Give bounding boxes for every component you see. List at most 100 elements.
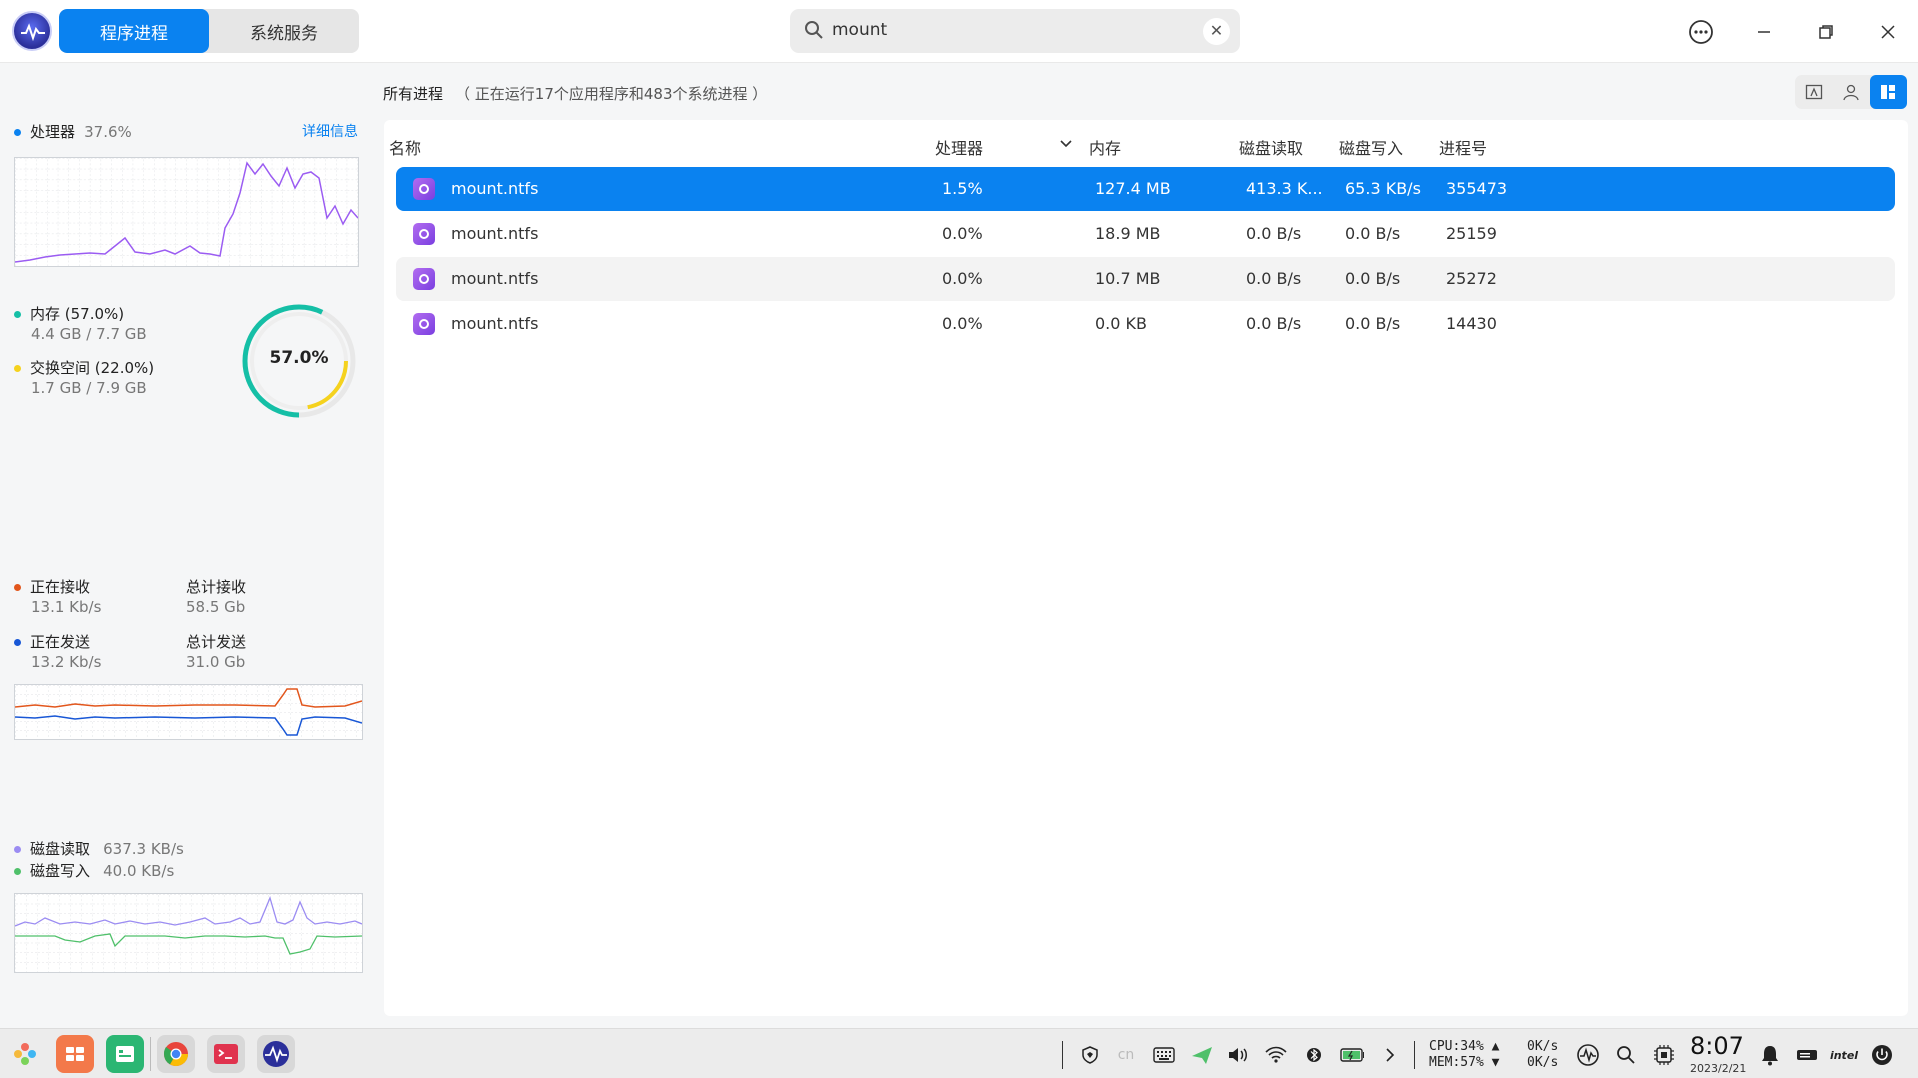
process-pid: 355473	[1446, 179, 1508, 198]
keyboard-tray-button[interactable]	[1152, 1043, 1176, 1067]
process-disk-write: 0.0 B/s	[1345, 314, 1401, 333]
intel-tray-icon[interactable]: intel	[1830, 1043, 1858, 1067]
system-monitor-button[interactable]	[257, 1035, 295, 1073]
volume-tray-button[interactable]	[1226, 1043, 1250, 1067]
process-disk-write: 0.0 B/s	[1345, 269, 1401, 288]
chevron-right-icon	[1386, 1048, 1395, 1062]
taskbar-clock[interactable]: 8:07	[1690, 1032, 1744, 1060]
cpu-summary: 处理器 37.6%	[14, 121, 132, 142]
security-tray-button[interactable]	[1078, 1043, 1102, 1067]
column-cpu[interactable]: 处理器	[935, 135, 983, 159]
disk-read-dot	[14, 846, 21, 853]
multitask-view-button[interactable]	[56, 1035, 94, 1073]
process-name: mount.ntfs	[451, 224, 539, 243]
process-disk-read: 0.0 B/s	[1246, 314, 1302, 333]
wifi-tray-button[interactable]	[1264, 1043, 1288, 1067]
net-speed-indicator[interactable]: 0K/s 0K/s	[1527, 1039, 1558, 1071]
tray-divider	[1414, 1041, 1415, 1069]
memory-summary: 内存 (57.0%) 4.4 GB / 7.7 GB 交换空间 (22.0%) …	[14, 304, 154, 412]
taskbar-net-up: 0K/s	[1527, 1039, 1559, 1054]
input-method-indicator[interactable]: cn	[1114, 1043, 1138, 1067]
cpu-history-chart	[14, 157, 359, 267]
storage-tray-button[interactable]	[1795, 1043, 1819, 1067]
net-total-sent-value: 31.0 Gb	[186, 653, 246, 671]
column-name[interactable]: 名称	[389, 135, 421, 159]
app-process-filter-button[interactable]	[1795, 75, 1832, 109]
memory-row: 内存 (57.0%) 4.4 GB / 7.7 GB	[14, 304, 154, 344]
net-send-dot	[14, 639, 21, 646]
column-pid[interactable]: 进程号	[1439, 135, 1487, 159]
process-cpu: 0.0%	[942, 224, 983, 243]
net-receive-dot	[14, 584, 21, 591]
notification-button[interactable]	[1758, 1043, 1782, 1067]
all-process-filter-button[interactable]	[1869, 75, 1907, 109]
power-icon	[1872, 1045, 1892, 1065]
power-button[interactable]	[1870, 1043, 1894, 1067]
process-icon	[413, 268, 435, 290]
process-disk-read: 413.3 K...	[1246, 179, 1323, 198]
app-window-icon	[1805, 84, 1822, 100]
cpu-mem-indicator[interactable]: CPU:34% ▲ MEM:57% ▼	[1429, 1039, 1499, 1071]
system-monitor-tray-button[interactable]	[1576, 1043, 1600, 1067]
column-disk-write[interactable]: 磁盘写入	[1339, 135, 1403, 159]
process-memory: 18.9 MB	[1095, 224, 1161, 243]
file-manager-button[interactable]	[106, 1035, 144, 1073]
table-row[interactable]: mount.ntfs 1.5% 127.4 MB 413.3 K... 65.3…	[396, 167, 1895, 211]
cpu-detail-link[interactable]: 详细信息	[302, 121, 358, 141]
terminal-button[interactable]	[207, 1035, 245, 1073]
process-pid: 14430	[1446, 314, 1497, 333]
tab-services[interactable]: 系统服务	[209, 9, 359, 53]
process-count-summary: （ 正在运行17个应用程序和483个系统进程 ）	[455, 85, 768, 103]
tab-processes[interactable]: 程序进程	[59, 9, 209, 53]
expand-tray-button[interactable]	[1378, 1043, 1402, 1067]
close-button[interactable]	[1870, 14, 1906, 50]
swap-label: 交换空间 (22.0%)	[30, 359, 155, 377]
disk-write-row: 磁盘写入 40.0 KB/s	[14, 860, 184, 882]
minimize-button[interactable]	[1746, 14, 1782, 50]
swap-row: 交换空间 (22.0%) 1.7 GB / 7.9 GB	[14, 358, 154, 398]
taskbar-date[interactable]: 2023/2/21	[1690, 1062, 1746, 1075]
bluetooth-icon	[1307, 1048, 1321, 1062]
search-box[interactable]: mount ✕	[790, 9, 1240, 53]
column-memory[interactable]: 内存	[1089, 135, 1121, 159]
battery-tray-button[interactable]	[1340, 1043, 1364, 1067]
title-bar: 程序进程 系统服务 mount ✕	[0, 0, 1918, 63]
table-row[interactable]: mount.ntfs 0.0% 0.0 KB 0.0 B/s 0.0 B/s 1…	[396, 302, 1895, 346]
launcher-button[interactable]	[6, 1035, 44, 1073]
process-icon	[413, 223, 435, 245]
shield-icon	[1082, 1046, 1098, 1064]
main-menu-button[interactable]	[1683, 14, 1719, 50]
process-icon	[413, 313, 435, 335]
terminal-icon	[214, 1044, 238, 1064]
bell-icon	[1762, 1046, 1778, 1066]
search-icon	[1617, 1046, 1635, 1064]
process-name: mount.ntfs	[451, 269, 539, 288]
my-process-filter-button[interactable]	[1832, 75, 1869, 109]
chip-tray-button[interactable]	[1652, 1043, 1676, 1067]
process-disk-write: 0.0 B/s	[1345, 224, 1401, 243]
disk-read-value: 637.3 KB/s	[103, 840, 184, 858]
chrome-button[interactable]	[157, 1035, 195, 1073]
memory-label: 内存 (57.0%)	[30, 305, 125, 323]
net-sending-value: 13.2 Kb/s	[31, 653, 102, 671]
clear-search-button[interactable]: ✕	[1203, 18, 1230, 45]
table-row[interactable]: mount.ntfs 0.0% 10.7 MB 0.0 B/s 0.0 B/s …	[396, 257, 1895, 301]
cpu-value: 37.6%	[84, 123, 132, 141]
disk-write-label: 磁盘写入	[30, 862, 91, 880]
tray-divider	[1062, 1041, 1063, 1069]
search-input[interactable]: mount	[832, 20, 887, 40]
battery-icon	[1340, 1048, 1364, 1062]
activity-monitor-icon	[1577, 1044, 1599, 1066]
net-total-received: 总计接收 58.5 Gb	[186, 577, 246, 617]
bluetooth-tray-button[interactable]	[1302, 1043, 1326, 1067]
search-tray-button[interactable]	[1614, 1043, 1638, 1067]
column-disk-read[interactable]: 磁盘读取	[1239, 135, 1303, 159]
table-row[interactable]: mount.ntfs 0.0% 18.9 MB 0.0 B/s 0.0 B/s …	[396, 212, 1895, 256]
launcher-icon	[14, 1043, 36, 1065]
send-tray-button[interactable]	[1190, 1043, 1214, 1067]
restore-icon	[1819, 25, 1833, 39]
monitor-wave-icon	[21, 23, 45, 41]
network-history-chart	[14, 684, 363, 740]
process-name: mount.ntfs	[451, 314, 539, 333]
restore-button[interactable]	[1808, 14, 1844, 50]
